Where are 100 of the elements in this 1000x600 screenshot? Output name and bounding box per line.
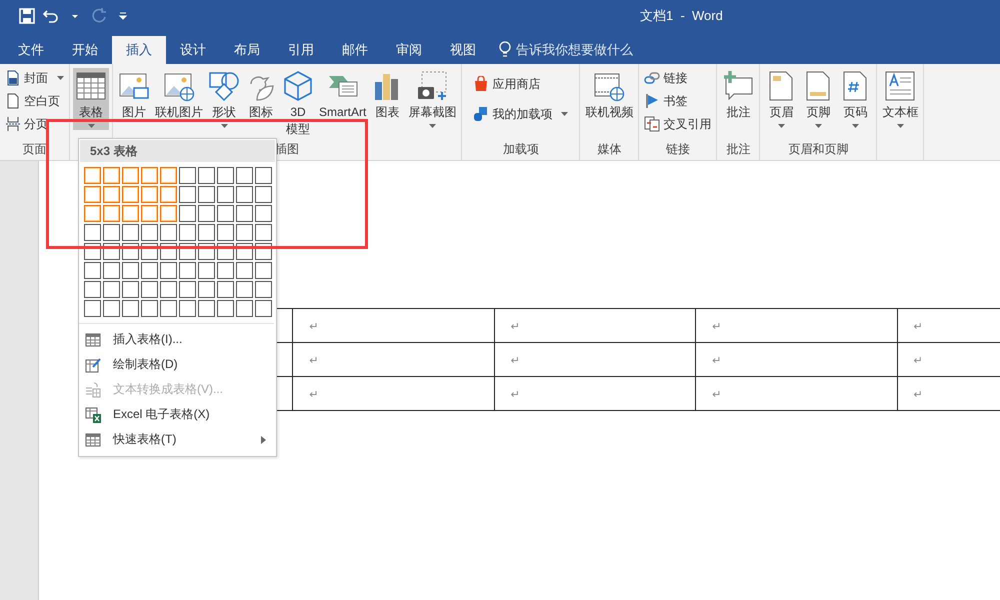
ribbon-tab[interactable]: 审阅 <box>382 36 436 64</box>
table-size-cell[interactable] <box>103 186 120 203</box>
table-size-cell[interactable] <box>255 186 272 203</box>
table-size-cell[interactable] <box>255 262 272 279</box>
table-size-cell[interactable] <box>84 205 101 222</box>
table-size-cell[interactable] <box>198 300 215 317</box>
ribbon-tab[interactable]: 设计 <box>166 36 220 64</box>
ribbon-button[interactable]: 我的加载项 <box>471 104 570 124</box>
table-size-cell[interactable] <box>160 167 177 184</box>
table-size-cell[interactable] <box>141 262 158 279</box>
table-size-cell[interactable] <box>84 262 101 279</box>
ribbon-button[interactable]: 链接 <box>642 68 714 88</box>
table-size-cell[interactable] <box>122 300 139 317</box>
ribbon-button[interactable]: 书签 <box>642 91 714 111</box>
table-size-cell[interactable] <box>122 224 139 241</box>
table-size-cell[interactable] <box>217 167 234 184</box>
ribbon-button[interactable]: 表格 <box>73 68 109 130</box>
table-size-cell[interactable] <box>160 224 177 241</box>
ribbon-button[interactable]: 图片 <box>116 68 152 128</box>
table-size-cell[interactable] <box>255 167 272 184</box>
menu-item[interactable]: 快速表格(T) <box>79 427 276 452</box>
table-size-cell[interactable] <box>217 224 234 241</box>
menu-item[interactable]: 绘制表格(D) <box>79 352 276 377</box>
table-size-cell[interactable] <box>103 167 120 184</box>
table-size-cell[interactable] <box>255 281 272 298</box>
table-size-cell[interactable] <box>236 186 253 203</box>
ribbon-button[interactable]: 3D 模型 <box>280 68 316 140</box>
menu-item[interactable]: Excel 电子表格(X) <box>79 402 276 427</box>
table-size-cell[interactable] <box>236 281 253 298</box>
table-size-cell[interactable] <box>236 262 253 279</box>
table-size-cell[interactable] <box>84 186 101 203</box>
table-size-cell[interactable] <box>122 205 139 222</box>
ribbon-tab[interactable]: 邮件 <box>328 36 382 64</box>
table-size-cell[interactable] <box>198 167 215 184</box>
table-size-cell[interactable] <box>84 281 101 298</box>
table-size-cell[interactable] <box>141 205 158 222</box>
table-size-cell[interactable] <box>255 300 272 317</box>
ribbon-button[interactable]: 封面 <box>3 68 66 88</box>
table-size-cell[interactable] <box>141 167 158 184</box>
ribbon-tab[interactable]: 布局 <box>220 36 274 64</box>
table-size-cell[interactable] <box>160 205 177 222</box>
tell-me-search[interactable]: 告诉我你想要做什么 <box>498 36 633 64</box>
table-size-cell[interactable] <box>198 205 215 222</box>
table-size-cell[interactable] <box>84 224 101 241</box>
table-size-cell[interactable] <box>236 205 253 222</box>
ribbon-button[interactable]: 联机图片 <box>153 68 205 128</box>
ribbon-button[interactable]: SmartArt <box>317 68 368 128</box>
table-size-cell[interactable] <box>179 186 196 203</box>
table-size-cell[interactable] <box>103 281 120 298</box>
table-size-cell[interactable] <box>122 262 139 279</box>
ribbon-button[interactable]: 空白页 <box>3 91 66 111</box>
table-size-cell[interactable] <box>84 167 101 184</box>
table-size-cell[interactable] <box>198 262 215 279</box>
table-size-cell[interactable] <box>179 224 196 241</box>
ribbon-tab[interactable]: 插入 <box>112 36 166 64</box>
table-size-cell[interactable] <box>122 281 139 298</box>
table-size-cell[interactable] <box>141 224 158 241</box>
ribbon-tab[interactable]: 引用 <box>274 36 328 64</box>
ribbon-button[interactable]: 交叉引用 <box>642 114 714 134</box>
ribbon-button[interactable]: 联机视频 <box>583 68 636 128</box>
ribbon-button[interactable]: 图表 <box>369 68 406 128</box>
table-size-cell[interactable] <box>103 205 120 222</box>
menu-item[interactable]: 插入表格(I)... <box>79 327 276 352</box>
table-size-cell[interactable] <box>198 186 215 203</box>
table-size-cell[interactable] <box>179 205 196 222</box>
table-size-cell[interactable] <box>160 300 177 317</box>
table-size-cell[interactable] <box>122 167 139 184</box>
ribbon-button[interactable]: 应用商店 <box>471 74 570 94</box>
table-size-cell[interactable] <box>217 205 234 222</box>
table-size-cell[interactable] <box>236 300 253 317</box>
ribbon-tab[interactable]: 文件 <box>4 36 58 64</box>
ribbon-button[interactable]: 图标 <box>243 68 279 128</box>
ribbon-button[interactable]: 页码 <box>837 68 874 130</box>
ribbon-tab[interactable]: 视图 <box>436 36 490 64</box>
table-size-cell[interactable] <box>141 186 158 203</box>
table-size-cell[interactable] <box>198 281 215 298</box>
table-size-cell[interactable] <box>217 186 234 203</box>
ribbon-button[interactable]: 形状 <box>206 68 242 130</box>
ribbon-button[interactable]: 页眉 <box>763 68 800 130</box>
table-size-cell[interactable] <box>103 300 120 317</box>
table-size-cell[interactable] <box>122 186 139 203</box>
table-size-cell[interactable] <box>179 262 196 279</box>
ribbon-button[interactable]: 屏幕截图 <box>406 68 458 130</box>
table-size-cell[interactable] <box>217 262 234 279</box>
table-size-cell[interactable] <box>141 281 158 298</box>
table-size-cell[interactable] <box>236 224 253 241</box>
table-size-cell[interactable] <box>255 205 272 222</box>
ribbon-tab[interactable]: 开始 <box>58 36 112 64</box>
table-size-cell[interactable] <box>179 300 196 317</box>
save-icon[interactable] <box>18 7 36 25</box>
table-size-cell[interactable] <box>160 281 177 298</box>
ribbon-button[interactable]: 批注 <box>720 68 756 128</box>
table-size-cell[interactable] <box>160 186 177 203</box>
table-size-cell[interactable] <box>179 281 196 298</box>
table-size-cell[interactable] <box>236 167 253 184</box>
ribbon-button[interactable]: 页脚 <box>800 68 836 130</box>
table-size-cell[interactable] <box>141 300 158 317</box>
table-size-cell[interactable] <box>217 281 234 298</box>
table-size-cell[interactable] <box>255 224 272 241</box>
table-size-cell[interactable] <box>217 300 234 317</box>
